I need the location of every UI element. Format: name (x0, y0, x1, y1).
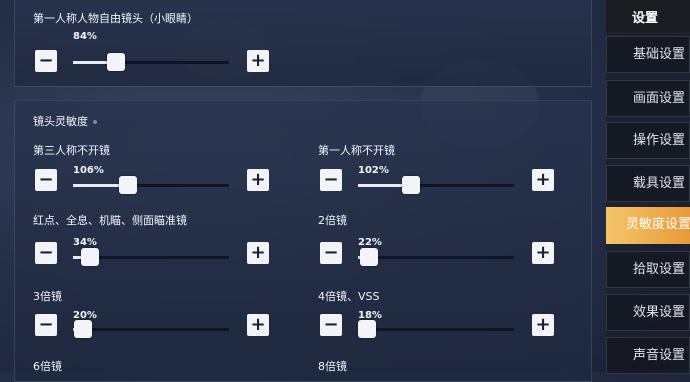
section-dot-icon (93, 120, 97, 124)
sidebar-item-vehicle[interactable]: 载具设置 (606, 165, 690, 202)
sidebar-header-title: 设置 (632, 11, 659, 26)
scope-3x-increase-button[interactable]: + (247, 314, 269, 336)
slider-thumb[interactable] (358, 320, 376, 338)
free-look-decrease-button[interactable]: − (35, 50, 57, 72)
red-dot-holo-percent: 34% (73, 237, 97, 248)
scope-4x-vss-slider[interactable] (358, 320, 514, 338)
first-person-no-scope-slider[interactable] (358, 176, 514, 194)
sidebar-item-effects[interactable]: 效果设置 (606, 294, 690, 331)
slider-thumb[interactable] (107, 53, 125, 71)
scope-3x-slider[interactable] (73, 320, 229, 338)
free-look-slider[interactable] (73, 53, 229, 71)
third-person-no-scope-increase-button[interactable]: + (247, 169, 269, 191)
first-person-no-scope-decrease-button[interactable]: − (320, 169, 342, 191)
sidebar-item-basic[interactable]: 基础设置 (606, 36, 690, 73)
free-look-panel: 第一人称人物自由镜头（小眼睛） − 84% + (14, 0, 592, 87)
first-person-no-scope-percent: 102% (358, 165, 389, 176)
red-dot-holo-slider[interactable] (73, 248, 229, 266)
slider-thumb[interactable] (74, 320, 92, 338)
sidebar-item-controls[interactable]: 操作设置 (606, 122, 690, 159)
section-title-text: 镜头灵敏度 (33, 115, 88, 128)
scope-4x-vss-label: 4倍镜、VSS (318, 290, 380, 303)
slider-thumb[interactable] (360, 248, 378, 266)
red-dot-holo-decrease-button[interactable]: − (35, 242, 57, 264)
scope-2x-percent: 22% (358, 237, 382, 248)
scope-2x-label: 2倍镜 (318, 214, 347, 227)
red-dot-holo-label: 红点、全息、机瞄、侧面瞄准镜 (33, 214, 187, 227)
sidebar-item-sound[interactable]: 声音设置 (606, 337, 690, 374)
red-dot-holo-increase-button[interactable]: + (247, 242, 269, 264)
free-look-percent: 84% (73, 31, 97, 42)
section-title: 镜头灵敏度 (33, 113, 97, 129)
third-person-no-scope-slider[interactable] (73, 176, 229, 194)
scope-2x-increase-button[interactable]: + (532, 242, 554, 264)
sidebar-item-pickup[interactable]: 拾取设置 (606, 251, 690, 288)
scope-2x-slider[interactable] (358, 248, 514, 266)
first-person-no-scope-label: 第一人称不开镜 (318, 144, 395, 157)
free-look-label: 第一人称人物自由镜头（小眼睛） (33, 12, 198, 25)
scope-4x-vss-decrease-button[interactable]: − (320, 314, 342, 336)
sidebar-item-sensitivity[interactable]: 灵敏度设置 (606, 207, 690, 244)
first-person-no-scope-increase-button[interactable]: + (532, 169, 554, 191)
free-look-increase-button[interactable]: + (247, 50, 269, 72)
camera-sensitivity-panel: 镜头灵敏度 第三人称不开镜 − 106% + 第一人称不开镜 − 102% + … (14, 100, 592, 382)
slider-thumb[interactable] (81, 248, 99, 266)
sidebar-header: 设置 (606, 0, 690, 32)
slider-thumb[interactable] (402, 176, 420, 194)
third-person-no-scope-percent: 106% (73, 165, 104, 176)
scope-3x-decrease-button[interactable]: − (35, 314, 57, 336)
scope-2x-decrease-button[interactable]: − (320, 242, 342, 264)
third-person-no-scope-label: 第三人称不开镜 (33, 144, 110, 157)
third-person-no-scope-decrease-button[interactable]: − (35, 169, 57, 191)
slider-thumb[interactable] (119, 176, 137, 194)
sidebar-item-graphics[interactable]: 画面设置 (606, 80, 690, 117)
scope-3x-label: 3倍镜 (33, 290, 62, 303)
scope-4x-vss-increase-button[interactable]: + (532, 314, 554, 336)
